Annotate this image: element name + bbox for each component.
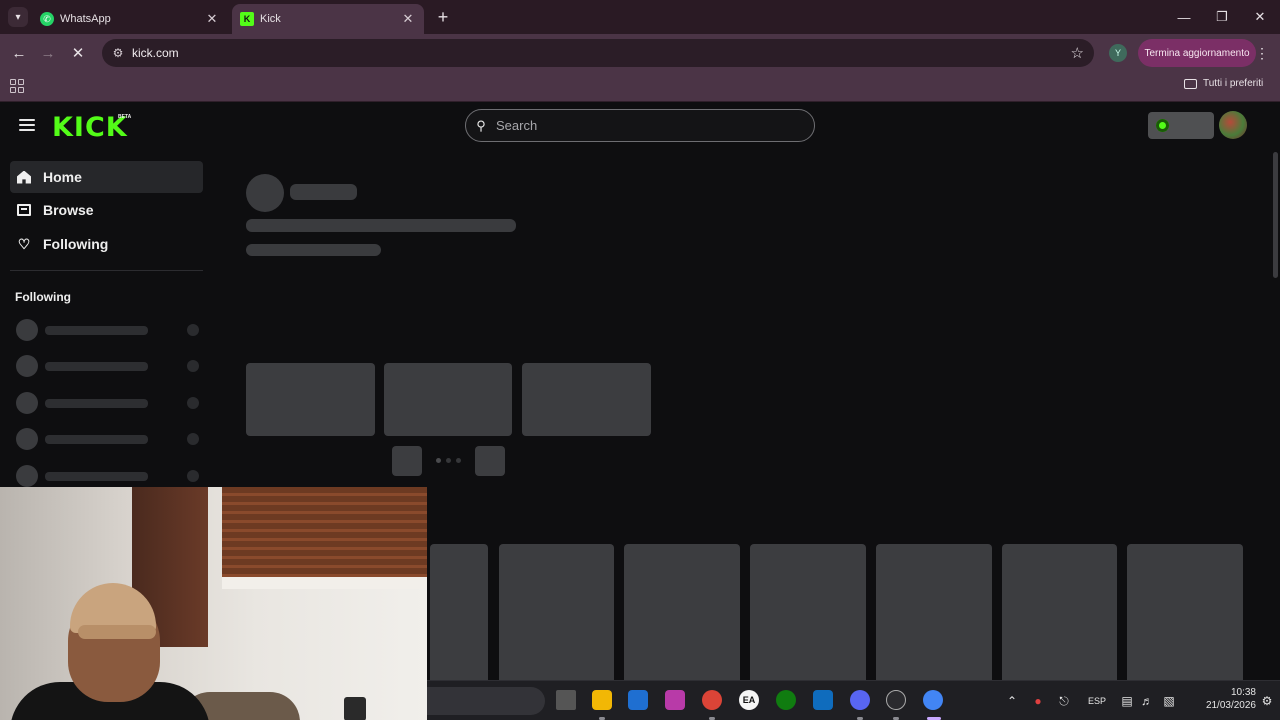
- microphone-icon[interactable]: ⎋: [1057, 691, 1071, 711]
- featured-name-skeleton: [290, 184, 357, 200]
- following-section-title: Following: [15, 290, 71, 304]
- microsoft-store-icon[interactable]: [628, 690, 648, 710]
- following-skeleton-row: [16, 465, 201, 487]
- taskbar-search-box[interactable]: [427, 687, 545, 715]
- outlook-icon[interactable]: [813, 690, 833, 710]
- sidebar-item-label: Home: [43, 169, 82, 185]
- clock-time: 10:38: [1230, 687, 1256, 698]
- clock-app-icon[interactable]: [886, 690, 906, 710]
- following-skeleton-row: [16, 428, 201, 450]
- following-skeleton-row: [16, 319, 201, 341]
- screen: ▾ ✆ WhatsApp ✕ K Kick ✕ + — ❐ ✕ ← → ✕ ⚙ …: [0, 0, 1280, 720]
- sidebar-divider: [10, 270, 203, 271]
- bookmark-folder-label: Tutti i preferiti: [1203, 78, 1264, 89]
- kick-logo[interactable]: KICK: [52, 112, 128, 143]
- windows-taskbar: EA ⌃ ● ⎋ ESP ▤ ♬ ▧ 10:38 21/03/2026 ⚙: [427, 680, 1280, 720]
- site-settings-icon[interactable]: ⚙: [104, 46, 132, 60]
- discord-icon[interactable]: [850, 690, 870, 710]
- update-button[interactable]: Termina aggiornamento: [1138, 39, 1256, 67]
- carousel-card-skeleton: [246, 363, 375, 436]
- bookmarks-bar: Tutti i preferiti: [0, 72, 1280, 102]
- following-skeleton-row: [16, 392, 201, 414]
- ea-app-icon[interactable]: EA: [739, 690, 759, 710]
- input-language[interactable]: ESP: [1084, 691, 1110, 711]
- sidebar-item-label: Browse: [43, 202, 94, 218]
- search-bar[interactable]: ⚲: [465, 109, 815, 142]
- featured-meta-skeleton: [246, 244, 381, 256]
- sidebar-item-label: Following: [43, 236, 109, 252]
- browse-icon: [16, 202, 32, 218]
- kick-coin-icon: [1156, 119, 1169, 132]
- sidebar-item-browse[interactable]: Browse: [10, 194, 203, 226]
- chrome-active-icon[interactable]: [923, 690, 943, 710]
- search-icon: ⚲: [476, 117, 486, 133]
- webcam-overlay: [0, 487, 427, 720]
- carousel-next-skeleton[interactable]: [475, 446, 505, 476]
- tab-kick[interactable]: K Kick ✕: [232, 4, 424, 34]
- folder-icon: [1184, 78, 1197, 89]
- tab-whatsapp[interactable]: ✆ WhatsApp ✕: [32, 4, 228, 34]
- sidebar-item-home[interactable]: Home: [10, 161, 203, 193]
- address-bar[interactable]: ⚙ kick.com ☆: [102, 39, 1094, 67]
- carousel-dot[interactable]: [456, 458, 461, 463]
- page-scrollbar[interactable]: [1273, 152, 1278, 278]
- window-close-icon[interactable]: ✕: [1240, 0, 1280, 34]
- task-view-icon[interactable]: [556, 690, 576, 710]
- carousel-dot[interactable]: [436, 458, 441, 463]
- show-hidden-icons-icon[interactable]: ⌃: [1005, 691, 1019, 711]
- beta-badge: BETA: [118, 114, 132, 120]
- tab-search-dropdown-icon[interactable]: ▾: [8, 7, 28, 27]
- address-url: kick.com: [132, 46, 179, 60]
- user-avatar[interactable]: [1219, 111, 1247, 139]
- whatsapp-icon: ✆: [40, 12, 54, 26]
- close-tab-icon[interactable]: ✕: [204, 11, 220, 27]
- file-explorer-icon[interactable]: [592, 690, 612, 710]
- apps-grid-icon[interactable]: [10, 79, 24, 93]
- search-input[interactable]: [496, 118, 796, 133]
- menu-hamburger-icon[interactable]: [19, 119, 35, 131]
- profile-avatar[interactable]: Y: [1109, 44, 1127, 62]
- restore-icon[interactable]: ❐: [1202, 0, 1242, 34]
- carousel-prev-skeleton[interactable]: [392, 446, 422, 476]
- home-icon: [16, 169, 32, 185]
- xbox-icon[interactable]: [776, 690, 796, 710]
- antivirus-icon[interactable]: ●: [1030, 691, 1046, 711]
- carousel-card-skeleton: [384, 363, 512, 436]
- notifications-icon[interactable]: ⚙: [1260, 691, 1274, 711]
- back-button[interactable]: ←: [8, 42, 30, 64]
- browser-tab-strip: ▾ ✆ WhatsApp ✕ K Kick ✕ + — ❐ ✕: [0, 0, 1280, 34]
- heart-icon: ♡: [17, 235, 31, 252]
- volume-icon[interactable]: ♬: [1139, 691, 1155, 711]
- carousel-dot[interactable]: [446, 458, 451, 463]
- instagram-icon[interactable]: [665, 690, 685, 710]
- browser-menu-icon[interactable]: ⋮: [1254, 42, 1270, 64]
- bookmark-star-icon[interactable]: ☆: [1071, 44, 1084, 62]
- forward-button[interactable]: →: [37, 42, 59, 64]
- carousel-card-skeleton: [522, 363, 651, 436]
- clock-date: 21/03/2026: [1205, 700, 1256, 711]
- following-skeleton-row: [16, 355, 201, 377]
- chrome-icon[interactable]: [702, 690, 722, 710]
- all-bookmarks-folder[interactable]: Tutti i preferiti: [1184, 78, 1263, 89]
- kick-favicon-icon: K: [240, 12, 254, 26]
- browser-toolbar: ← → ✕ ⚙ kick.com ☆ Y Termina aggiornamen…: [0, 34, 1280, 72]
- login-button[interactable]: [1148, 112, 1214, 139]
- stop-loading-button[interactable]: ✕: [67, 42, 89, 64]
- featured-title-skeleton: [246, 219, 516, 232]
- taskbar-clock[interactable]: 10:38 21/03/2026: [1190, 686, 1256, 712]
- battery-icon[interactable]: ▧: [1160, 691, 1178, 711]
- minimize-icon[interactable]: —: [1164, 0, 1204, 34]
- sidebar-item-following[interactable]: ♡ Following: [10, 228, 203, 260]
- featured-avatar-skeleton: [246, 174, 284, 212]
- network-icon[interactable]: ▤: [1119, 691, 1135, 711]
- close-tab-icon[interactable]: ✕: [400, 11, 416, 27]
- tab-title: Kick: [260, 13, 281, 25]
- tab-title: WhatsApp: [60, 13, 111, 25]
- new-tab-button[interactable]: +: [432, 6, 454, 28]
